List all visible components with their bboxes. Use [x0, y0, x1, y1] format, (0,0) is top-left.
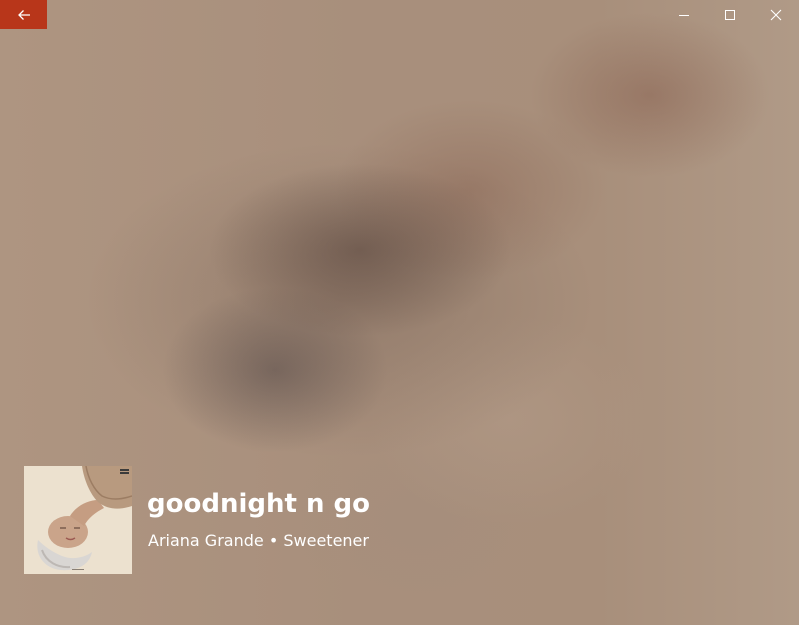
track-title: goodnight n go	[147, 489, 371, 519]
back-button[interactable]	[0, 0, 47, 29]
now-playing-window: goodnight n go Ariana Grande • Sweetener	[0, 0, 799, 625]
track-subtitle: Ariana Grande • Sweetener	[148, 531, 369, 550]
close-button[interactable]	[753, 0, 799, 29]
maximize-icon	[724, 9, 736, 21]
close-icon	[770, 9, 782, 21]
subtitle-separator: •	[268, 531, 279, 550]
album-name[interactable]: Sweetener	[283, 531, 369, 550]
maximize-button[interactable]	[707, 0, 753, 29]
artist-name[interactable]: Ariana Grande	[148, 531, 264, 550]
minimize-button[interactable]	[661, 0, 707, 29]
arrow-left-icon	[17, 9, 31, 21]
minimize-icon	[678, 9, 690, 21]
album-art[interactable]	[24, 466, 132, 574]
